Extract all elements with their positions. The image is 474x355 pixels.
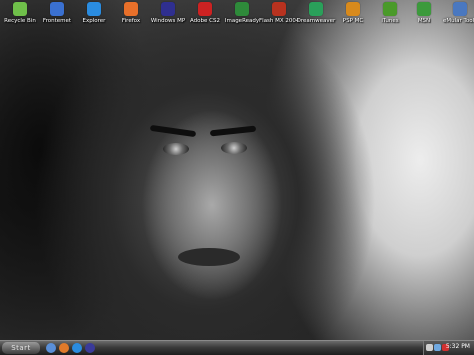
flash-mx-icon	[272, 2, 286, 16]
start-button[interactable]: Start	[2, 342, 40, 354]
dreamweaver-icon	[309, 2, 323, 16]
desktop-icon[interactable]: Dreamweaver	[296, 2, 336, 29]
frontpage-icon	[50, 2, 64, 16]
desktop-wallpaper	[0, 0, 474, 340]
windows-media-player-icon	[161, 2, 175, 16]
desktop-icon-label: Explorer	[82, 18, 106, 24]
desktop-icon[interactable]: ImageReady	[222, 2, 262, 29]
desktop-icon[interactable]: Firefox	[111, 2, 151, 29]
firefox-icon	[124, 2, 138, 16]
desktop-icon[interactable]: Frontemet	[37, 2, 77, 29]
volume-icon[interactable]	[426, 344, 433, 351]
firefox-quicklaunch-icon[interactable]	[59, 343, 69, 353]
ie-quicklaunch-icon[interactable]	[72, 343, 82, 353]
desktop-icon-label: Windows MP	[150, 18, 186, 24]
system-tray: 5:32 PM	[423, 341, 474, 355]
desktop-icon-label: Frontemet	[42, 18, 72, 24]
desktop-icon-label: Recycle Bin	[4, 18, 36, 24]
desktop-icon[interactable]: Adobe CS2	[185, 2, 225, 29]
internet-explorer-icon	[87, 2, 101, 16]
desktop-icon-label: eMular Tools	[442, 18, 474, 24]
desktop-icon[interactable]: Recycle Bin	[0, 2, 40, 29]
taskbar: Start 5:32 PM	[0, 340, 474, 355]
psp-media-icon	[346, 2, 360, 16]
adobe-cs2-icon	[198, 2, 212, 16]
taskbar-clock[interactable]: 5:32 PM	[446, 343, 470, 350]
desktop-icon[interactable]: eMular Tools	[440, 2, 474, 29]
network-icon[interactable]	[434, 344, 441, 351]
desktop-icon[interactable]: PSP MC	[333, 2, 373, 29]
desktop-icon[interactable]: MSN	[404, 2, 444, 29]
desktop-icon-label: Dreamweaver	[296, 18, 336, 24]
desktop-icon-label: PSP MC	[342, 18, 364, 24]
imageready-icon	[235, 2, 249, 16]
desktop-icon-label: MSN	[417, 18, 431, 24]
desktop-icon-label: ImageReady	[224, 18, 260, 24]
msn-messenger-icon	[417, 2, 431, 16]
show-desktop-icon[interactable]	[46, 343, 56, 353]
emule-tools-icon	[453, 2, 467, 16]
desktop-icon-label: Adobe CS2	[190, 18, 220, 24]
recycle-bin-icon	[13, 2, 27, 16]
desktop-icon[interactable]: Explorer	[74, 2, 114, 29]
desktop-icon-label: Firefox	[121, 18, 141, 24]
itunes-icon	[383, 2, 397, 16]
desktop-icon-label: Flash MX 2004	[259, 18, 300, 24]
desktop-icon[interactable]: Flash MX 2004	[259, 2, 299, 29]
media-player-quicklaunch-icon[interactable]	[85, 343, 95, 353]
desktop-icon[interactable]: Windows MP	[148, 2, 188, 29]
